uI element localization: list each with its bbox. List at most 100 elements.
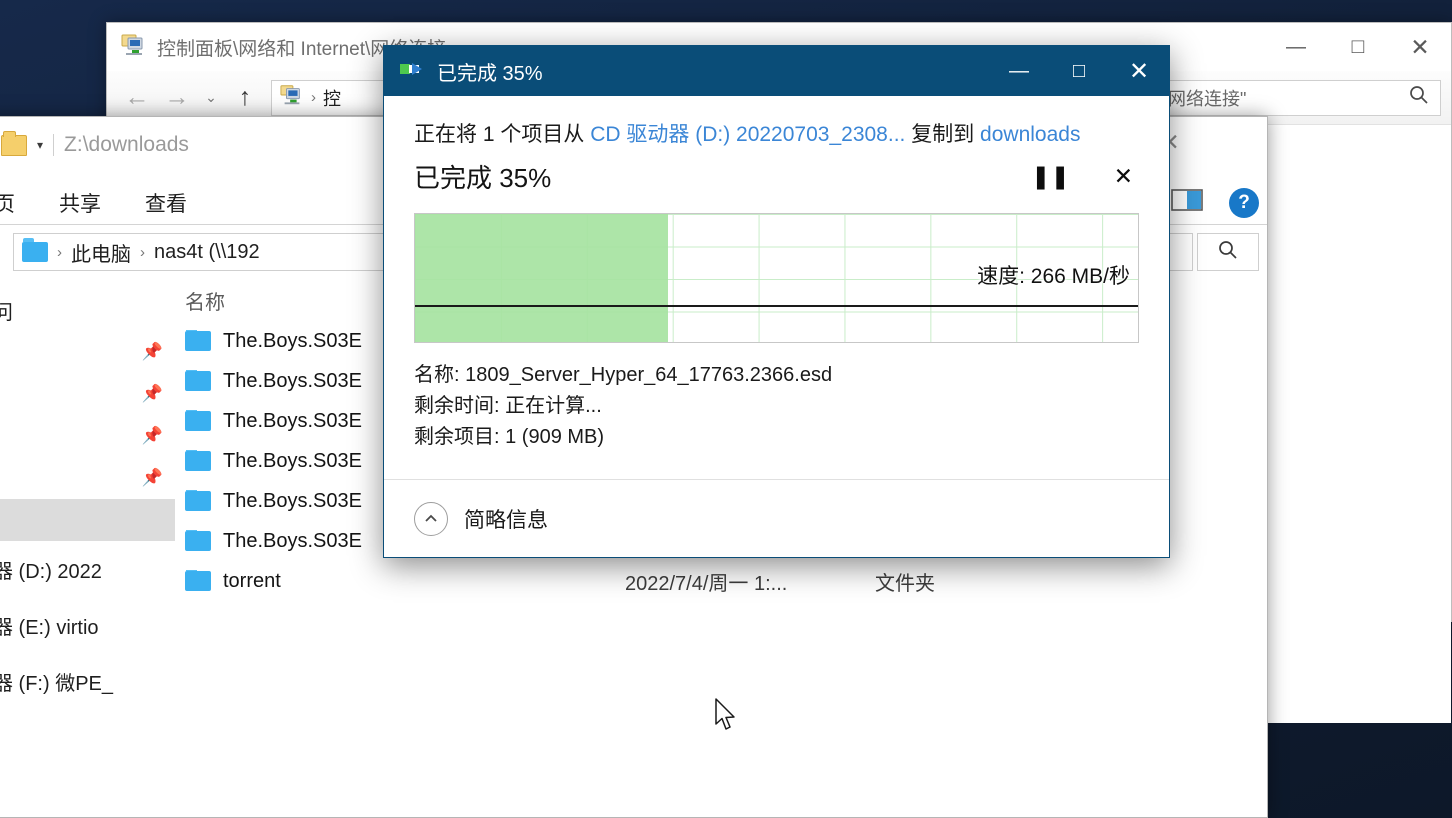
progress-percent-label: 已完成 35% — [414, 163, 552, 193]
pin-icon[interactable]: 📌 — [142, 426, 163, 446]
search-icon[interactable] — [1217, 239, 1239, 266]
detail-items-value: 1 (909 MB) — [505, 426, 605, 448]
file-type: 文件夹 — [875, 572, 935, 595]
copy-dialog-minimize-button[interactable]: — — [989, 46, 1049, 96]
copy-dialog-maximize-button[interactable]: □ — [1049, 46, 1109, 96]
file-name-cell: torrent — [185, 569, 625, 593]
file-name: The.Boys.S03E — [223, 529, 362, 552]
search-icon[interactable] — [1408, 84, 1430, 111]
sidebar-item-pictures[interactable]: 图片 📌 — [0, 457, 175, 499]
pin-icon[interactable]: 📌 — [142, 342, 163, 362]
folder-icon — [1, 130, 27, 156]
file-name: The.Boys.S03E — [223, 369, 362, 392]
breadcrumb-segment-nas[interactable]: nas4t (\\192 — [154, 241, 260, 264]
copy-action-buttons: ❚❚ ✕ — [1031, 165, 1139, 188]
detail-name-row: 名称: 1809_Server_Hyper_64_17763.2366.esd — [414, 360, 1139, 391]
breadcrumb-separator: › — [57, 243, 62, 261]
tab-home[interactable]: 主页 — [0, 182, 37, 224]
arrow-up-icon[interactable]: ↑ — [225, 78, 265, 118]
tab-share[interactable]: 共享 — [37, 182, 123, 224]
copy-operation-description: 正在将 1 个项目从 CD 驱动器 (D:) 20220703_2308... … — [414, 118, 1139, 148]
table-row[interactable]: torrent 2022/7/4/周一 1:... 文件夹 — [175, 561, 1267, 601]
arrow-left-icon[interactable]: ← — [117, 78, 157, 118]
copy-dialog-title: 已完成 35% — [437, 62, 543, 85]
detail-items-label: 剩余项目: — [414, 426, 500, 448]
sidebar-item-downloads[interactable]: 下载 📌 — [0, 373, 175, 415]
sidebar-item-label: 驱动器 (F:) 微PE_ — [0, 672, 114, 695]
file-name: The.Boys.S03E — [223, 449, 362, 472]
pin-icon[interactable]: 📌 — [142, 468, 163, 488]
breadcrumb-segment[interactable]: 控 — [323, 85, 341, 111]
chevron-down-icon[interactable]: ⌄ — [197, 78, 225, 118]
quick-access-toolbar[interactable]: ▾ Z:\downloads — [1, 130, 189, 157]
file-name: The.Boys.S03E — [223, 409, 362, 432]
sidebar-item-documents[interactable]: 文档 📌 — [0, 415, 175, 457]
detail-items-row: 剩余项目: 1 (909 MB) — [414, 422, 1139, 453]
file-name: The.Boys.S03E — [223, 489, 362, 512]
detail-name-label: 名称: — [414, 364, 460, 386]
copy-dialog-footer[interactable]: 简略信息 — [384, 479, 1169, 557]
pin-icon[interactable]: 📌 — [142, 384, 163, 404]
copy-source-link[interactable]: CD 驱动器 (D:) 20220703_2308... — [590, 123, 905, 146]
control-panel-search-box[interactable]: 网络连接" — [1157, 79, 1441, 116]
chevron-up-circle-icon[interactable] — [414, 501, 448, 536]
less-info-toggle-label[interactable]: 简略信息 — [464, 504, 548, 534]
folder-icon — [185, 529, 211, 551]
pause-button[interactable]: ❚❚ — [1031, 165, 1070, 188]
sidebar-item-network[interactable]: 络 — [0, 709, 175, 765]
file-name: torrent — [223, 569, 281, 592]
copy-destination-link[interactable]: downloads — [980, 123, 1080, 146]
copy-dialog-close-button[interactable]: ✕ — [1109, 46, 1169, 96]
breadcrumb-segment-this-pc[interactable]: 此电脑 — [71, 238, 131, 267]
sidebar-item-cd-drive-d[interactable]: 驱动器 (D:) 2022 — [0, 541, 175, 597]
help-button-secondary[interactable]: ? — [1229, 187, 1259, 218]
network-connections-icon — [121, 32, 147, 63]
sidebar-item-this-pc[interactable]: 电脑 — [0, 499, 175, 541]
folder-icon — [185, 569, 211, 591]
control-panel-icon — [280, 83, 304, 112]
divider — [53, 134, 55, 156]
control-panel-maximize-button[interactable]: □ — [1327, 23, 1389, 71]
copy-items-icon — [400, 62, 424, 80]
control-panel-search-text: 网络连接" — [1168, 88, 1247, 109]
copy-details: 名称: 1809_Server_Hyper_64_17763.2366.esd … — [414, 360, 1139, 453]
sidebar-item-cd-drive-f[interactable]: 驱动器 (F:) 微PE_ — [0, 653, 175, 709]
control-panel-minimize-button[interactable]: — — [1265, 23, 1327, 71]
sidebar-item-label: 驱动器 (E:) virtio — [0, 616, 99, 639]
folder-icon — [185, 369, 211, 391]
explorer-title: Z:\downloads — [64, 133, 189, 156]
control-panel-close-button[interactable]: ✕ — [1389, 23, 1451, 71]
sidebar-item-cd-drive-e[interactable]: 驱动器 (E:) virtio — [0, 597, 175, 653]
chart-average-line — [415, 305, 1138, 308]
copy-dialog-titlebar[interactable]: 已完成 35% — □ ✕ — [384, 46, 1169, 96]
copy-prefix-text: 正在将 1 个项目从 — [414, 123, 585, 146]
detail-name-value: 1809_Server_Hyper_64_17763.2366.esd — [465, 364, 833, 386]
copy-dialog-body: 正在将 1 个项目从 CD 驱动器 (D:) 20220703_2308... … — [384, 96, 1169, 479]
sidebar-item-label: 速访问 — [0, 301, 13, 324]
copy-dialog-window-buttons: — □ ✕ — [989, 46, 1169, 96]
breadcrumb-separator-2: › — [140, 243, 145, 261]
sidebar-item-quick-access[interactable]: 速访问 — [0, 289, 175, 331]
chevron-down-icon[interactable]: ▾ — [37, 138, 43, 152]
cancel-button[interactable]: ✕ — [1114, 165, 1133, 188]
file-name: The.Boys.S03E — [223, 329, 362, 352]
explorer-sidebar: 速访问 重面 📌 下载 📌 文档 📌 图片 📌 电脑 驱动器 ( — [0, 279, 175, 817]
tab-view[interactable]: 查看 — [123, 182, 209, 224]
sidebar-item-label: 驱动器 (D:) 2022 — [0, 560, 102, 583]
control-panel-window-buttons: — □ ✕ — [1265, 23, 1451, 71]
detail-time-label: 剩余时间: — [414, 395, 500, 417]
breadcrumb-separator: › — [311, 89, 316, 106]
explorer-search-box[interactable] — [1197, 233, 1259, 271]
detail-time-value: 正在计算... — [505, 395, 602, 417]
folder-icon — [185, 329, 211, 351]
chart-speed-label: 速度: 266 MB/秒 — [977, 265, 1130, 289]
arrow-up-icon[interactable]: ↑ — [0, 232, 13, 272]
sidebar-item-desktop[interactable]: 重面 📌 — [0, 331, 175, 373]
file-date: 2022/7/4/周一 1:... — [625, 572, 788, 595]
arrow-right-icon[interactable]: → — [157, 78, 197, 118]
transfer-speed-chart: 速度: 266 MB/秒 — [414, 213, 1139, 343]
copy-progress-dialog[interactable]: 已完成 35% — □ ✕ 正在将 1 个项目从 CD 驱动器 (D:) 202… — [383, 45, 1170, 558]
folder-icon — [185, 409, 211, 431]
folder-icon — [185, 449, 211, 471]
preview-pane-icon[interactable] — [1171, 187, 1203, 218]
